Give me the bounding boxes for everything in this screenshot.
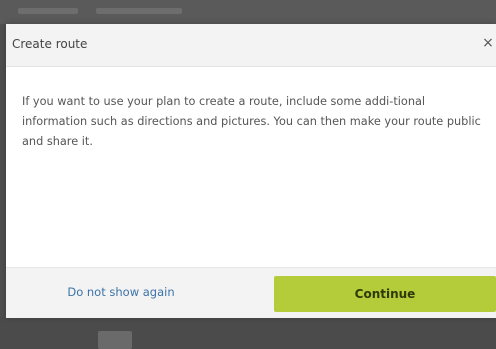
create-route-dialog: Create route × If you want to use your p… [6,24,496,318]
close-icon[interactable]: × [480,34,496,52]
background-footer [0,317,496,349]
background-button [98,331,132,349]
dialog-footer: Do not show again Continue [6,267,496,318]
dialog-message: If you want to use your plan to create a… [22,95,481,148]
background-tab [96,8,182,14]
do-not-show-again-link[interactable]: Do not show again [56,285,186,299]
dialog-title: Create route [12,37,88,51]
dialog-header: Create route × [6,24,496,67]
background-toolbar [0,0,496,24]
continue-button[interactable]: Continue [274,276,496,312]
background-tab [18,8,78,14]
